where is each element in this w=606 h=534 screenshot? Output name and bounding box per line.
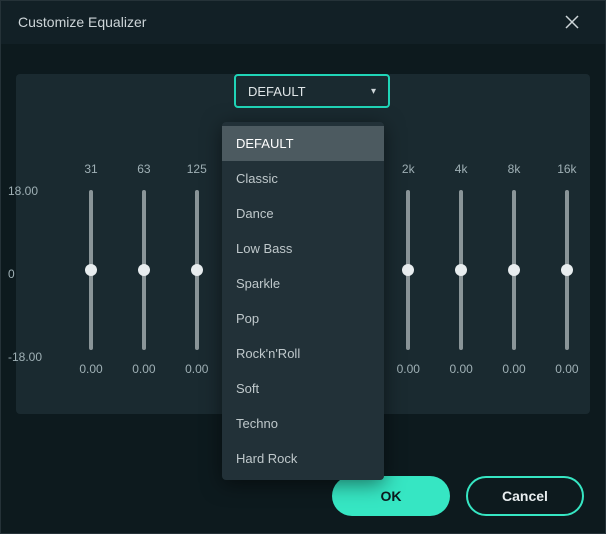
band-slider[interactable]: [89, 190, 93, 350]
slider-thumb[interactable]: [402, 264, 414, 276]
band-4k: 4k 0.00: [436, 154, 486, 394]
cancel-button[interactable]: Cancel: [466, 476, 584, 516]
preset-option-pop[interactable]: Pop: [222, 301, 384, 336]
preset-option-sparkle[interactable]: Sparkle: [222, 266, 384, 301]
band-value: 0.00: [397, 362, 420, 376]
band-value: 0.00: [79, 362, 102, 376]
band-125: 125 0.00: [172, 154, 222, 394]
band-slider[interactable]: [459, 190, 463, 350]
preset-option-default[interactable]: DEFAULT: [222, 126, 384, 161]
preset-option-dance[interactable]: Dance: [222, 196, 384, 231]
band-16k: 16k 0.00: [542, 154, 592, 394]
band-slider[interactable]: [142, 190, 146, 350]
chevron-down-icon: ▾: [371, 86, 376, 97]
axis-max: 18.00: [8, 184, 58, 198]
slider-thumb[interactable]: [561, 264, 573, 276]
band-freq-label: 63: [137, 154, 150, 184]
preset-selected-label: DEFAULT: [248, 84, 306, 99]
slider-thumb[interactable]: [508, 264, 520, 276]
band-8k: 8k 0.00: [489, 154, 539, 394]
band-freq-label: 31: [84, 154, 97, 184]
band-slider[interactable]: [195, 190, 199, 350]
preset-option-rocknroll[interactable]: Rock'n'Roll: [222, 336, 384, 371]
band-freq-label: 16k: [557, 154, 576, 184]
title-bar: Customize Equalizer: [0, 0, 606, 44]
close-icon: [564, 14, 580, 30]
slider-thumb[interactable]: [138, 264, 150, 276]
preset-option-classic[interactable]: Classic: [222, 161, 384, 196]
band-value: 0.00: [185, 362, 208, 376]
slider-thumb[interactable]: [191, 264, 203, 276]
band-value: 0.00: [502, 362, 525, 376]
close-button[interactable]: [556, 6, 588, 38]
dialog-buttons: OK Cancel: [332, 476, 584, 516]
preset-option-soft[interactable]: Soft: [222, 371, 384, 406]
gain-axis: 18.00 0 -18.00: [8, 184, 58, 364]
band-value: 0.00: [132, 362, 155, 376]
preset-option-techno[interactable]: Techno: [222, 406, 384, 441]
preset-option-low-bass[interactable]: Low Bass: [222, 231, 384, 266]
band-value: 0.00: [555, 362, 578, 376]
band-freq-label: 125: [187, 154, 207, 184]
band-slider[interactable]: [512, 190, 516, 350]
band-2k: 2k 0.00: [383, 154, 433, 394]
band-freq-label: 8k: [508, 154, 521, 184]
axis-min: -18.00: [8, 350, 58, 364]
band-slider[interactable]: [406, 190, 410, 350]
band-value: 0.00: [449, 362, 472, 376]
band-freq-label: 4k: [455, 154, 468, 184]
band-freq-label: 2k: [402, 154, 415, 184]
band-31: 31 0.00: [66, 154, 116, 394]
preset-select[interactable]: DEFAULT ▾: [234, 74, 390, 108]
band-63: 63 0.00: [119, 154, 169, 394]
preset-dropdown[interactable]: DEFAULT Classic Dance Low Bass Sparkle P…: [222, 122, 384, 480]
slider-thumb[interactable]: [85, 264, 97, 276]
ok-button[interactable]: OK: [332, 476, 450, 516]
window-title: Customize Equalizer: [18, 14, 146, 30]
band-slider[interactable]: [565, 190, 569, 350]
slider-thumb[interactable]: [455, 264, 467, 276]
axis-mid: 0: [8, 267, 58, 281]
preset-option-hard-rock[interactable]: Hard Rock: [222, 441, 384, 476]
